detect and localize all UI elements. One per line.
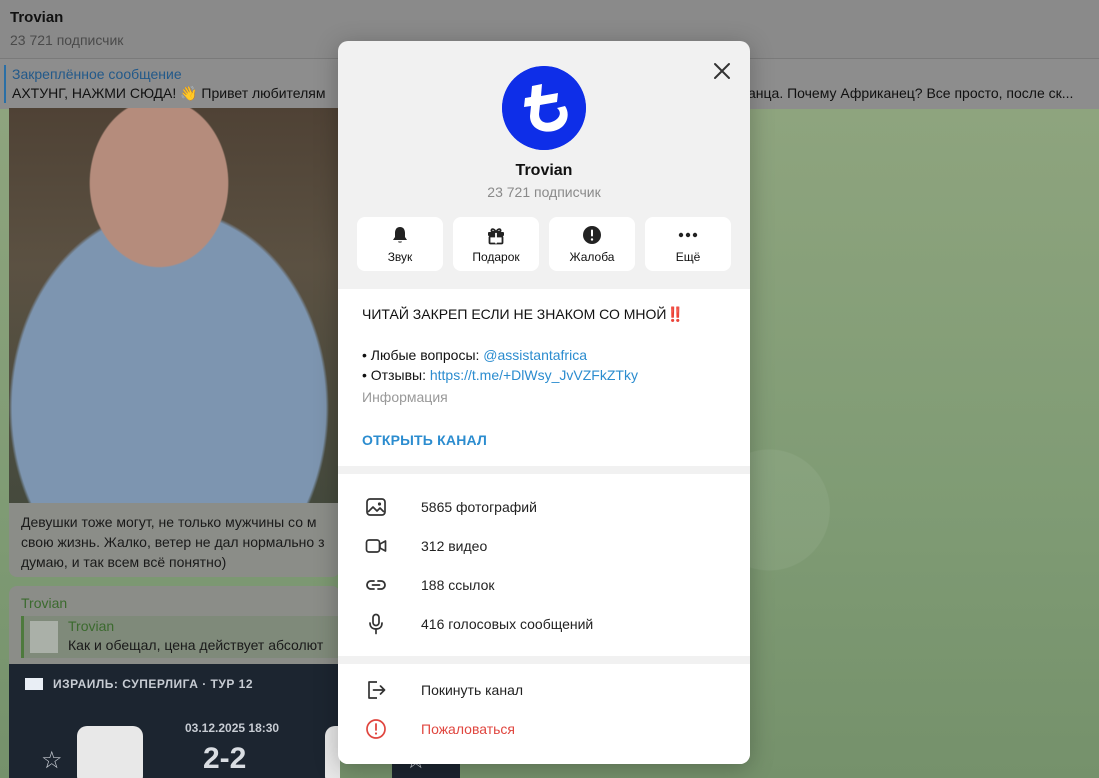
leave-icon	[368, 681, 386, 699]
reply-preview[interactable]: Trovian Как и обещал, цена действует абс…	[21, 616, 340, 658]
team-logo	[77, 726, 143, 778]
more-button[interactable]: Ещё	[645, 217, 731, 271]
voice-messages-count: 416 голосовых сообщений	[421, 616, 594, 632]
pinned-indicator	[4, 65, 6, 103]
photos-row[interactable]: 5865 фотографий	[338, 488, 750, 527]
leave-channel-button[interactable]: Покинуть канал	[338, 671, 750, 710]
description-line: • Отзывы: https://t.me/+DlWsy_JvVZFkZTky	[362, 367, 638, 383]
microphone-icon	[369, 613, 383, 635]
pinned-text-continued: анца. Почему Африканец? Все просто, посл…	[748, 85, 1074, 101]
report-label: Пожаловаться	[421, 721, 516, 737]
star-icon: ☆	[41, 747, 63, 774]
more-label: Ещё	[675, 250, 701, 264]
match-league: ИЗРАИЛЬ: СУПЕРЛИГА · ТУР 12	[53, 677, 254, 691]
more-icon	[678, 232, 698, 238]
bell-icon	[393, 227, 407, 243]
reply-thumbnail	[30, 621, 58, 653]
alert-icon	[583, 226, 601, 244]
match-score: 2-2	[203, 742, 247, 775]
match-date: 03.12.2025 18:30	[185, 721, 280, 735]
message-photo[interactable]	[9, 108, 340, 503]
channel-info-modal: Trovian 23 721 подписчик Звук Подарок Жа…	[338, 41, 750, 764]
close-icon[interactable]	[708, 57, 736, 85]
reply-author: Trovian	[68, 618, 115, 634]
info-label: Информация	[362, 389, 448, 405]
photo-caption: Девушки тоже могут, не только мужчины со…	[9, 503, 340, 577]
gift-button[interactable]: Подарок	[453, 217, 539, 271]
reply-text: Как и обещал, цена действует абсолют	[68, 637, 324, 653]
pinned-text: АХТУНГ, НАЖМИ СЮДА! 👋 Привет любителям	[12, 85, 326, 101]
leave-channel-label: Покинуть канал	[421, 682, 524, 698]
photo-icon	[366, 498, 386, 516]
caption-line: Девушки тоже могут, не только мужчины со…	[21, 514, 317, 530]
assistant-link[interactable]: @assistantafrica	[483, 347, 587, 363]
caption-line: думаю, и так всем всё понятно)	[21, 554, 227, 570]
channel-subscriber-count: 23 721 подписчик	[487, 184, 601, 200]
gift-label: Подарок	[472, 250, 520, 264]
report-button[interactable]: Пожаловаться	[338, 710, 750, 749]
description-line: • Любые вопросы: @assistantafrica	[362, 347, 587, 363]
forwarded-message[interactable]: Trovian Trovian Как и обещал, цена дейст…	[9, 586, 340, 778]
videos-row[interactable]: 312 видео	[338, 527, 750, 566]
israel-flag-icon	[25, 678, 43, 690]
reviews-link[interactable]: https://t.me/+DlWsy_JvVZFkZTky	[430, 367, 638, 383]
video-icon	[365, 539, 387, 553]
chat-subscriber-count: 23 721 подписчик	[10, 32, 124, 48]
links-count: 188 ссылок	[421, 577, 495, 593]
videos-count: 312 видео	[421, 538, 488, 554]
report-icon	[366, 719, 386, 739]
links-row[interactable]: 188 ссылок	[338, 566, 750, 605]
match-card: ИЗРАИЛЬ: СУПЕРЛИГА · ТУР 12 ☆ 03.12.2025…	[9, 664, 340, 778]
voice-messages-row[interactable]: 416 голосовых сообщений	[338, 605, 750, 644]
open-channel-button[interactable]: ОТКРЫТЬ КАНАЛ	[362, 432, 487, 448]
description-text: • Отзывы:	[362, 367, 430, 383]
photos-count: 5865 фотографий	[421, 499, 537, 515]
complaint-label: Жалоба	[569, 250, 615, 264]
channel-name: Trovian	[515, 162, 573, 179]
channel-avatar[interactable]	[502, 66, 586, 150]
channel-actions-section: Покинуть канал Пожаловаться	[338, 664, 750, 764]
sound-label: Звук	[387, 250, 413, 264]
channel-description: ЧИТАЙ ЗАКРЕП ЕСЛИ НЕ ЗНАКОМ СО МНОЙ‼️ • …	[338, 289, 750, 466]
link-icon	[366, 580, 386, 590]
gift-icon	[488, 228, 504, 245]
chat-title: Trovian	[10, 9, 64, 26]
sound-button[interactable]: Звук	[357, 217, 443, 271]
description-line: ЧИТАЙ ЗАКРЕП ЕСЛИ НЕ ЗНАКОМ СО МНОЙ‼️	[362, 306, 684, 322]
caption-line: свою жизнь. Жалко, ветер не дал нормальн…	[21, 534, 325, 550]
description-text: • Любые вопросы:	[362, 347, 484, 363]
media-section: 5865 фотографий 312 видео 188 ссылок 416…	[338, 474, 750, 656]
complaint-button[interactable]: Жалоба	[549, 217, 635, 271]
message-author: Trovian	[21, 595, 68, 611]
pinned-label: Закреплённое сообщение	[12, 66, 182, 82]
